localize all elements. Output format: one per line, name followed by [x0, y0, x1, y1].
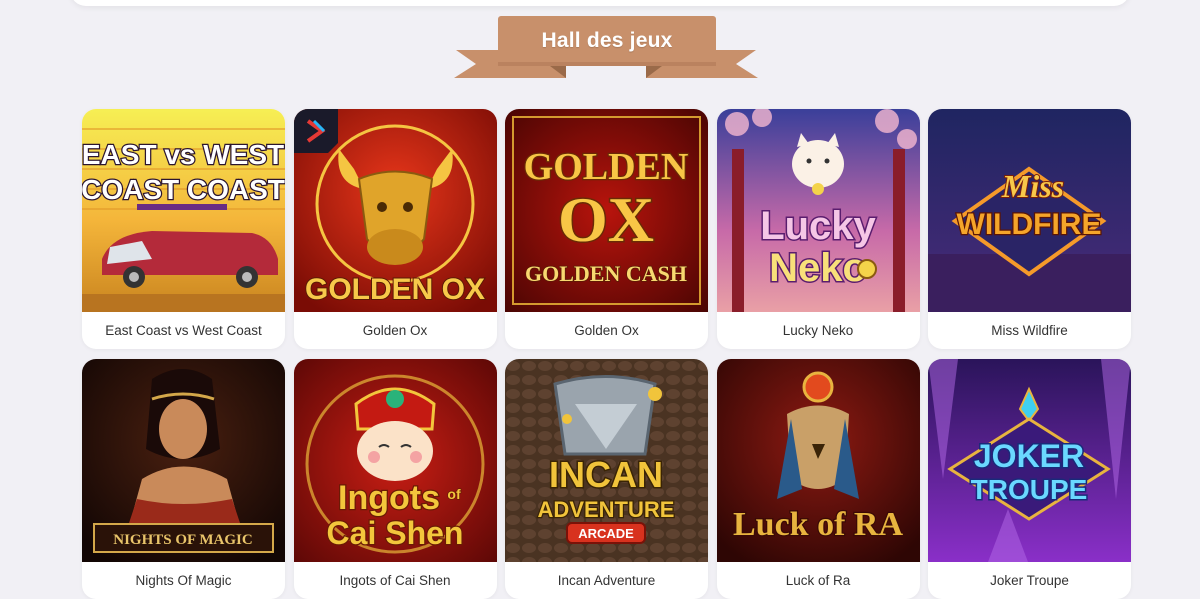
game-thumbnail[interactable]: GOLDEN OX GOLDEN CASH [505, 109, 708, 312]
game-card[interactable]: Lucky Neko Lucky Neko [716, 109, 920, 349]
game-logo-line-1: INCAN [549, 454, 663, 495]
provider-logo-icon [293, 109, 338, 153]
game-card[interactable]: EAST vs WEST COAST COAST East Coast vs W… [82, 109, 285, 349]
game-logo-line-1: JOKER [974, 438, 1084, 474]
game-logo-line-3: GOLDEN CASH [525, 261, 687, 286]
game-logo-line-3: Cai Shen [326, 515, 463, 551]
game-thumbnail[interactable]: Miss WILDFIRE [928, 109, 1131, 312]
game-title[interactable]: Miss Wildfire [928, 312, 1131, 349]
game-thumbnail[interactable]: Lucky Neko [716, 109, 920, 312]
game-card[interactable]: GOLDEN OX GOLDEN CASH Golden Ox [505, 109, 708, 349]
game-logo-line-1: Miss [1001, 168, 1064, 204]
game-thumbnail[interactable]: Ingots of Cai Shen [293, 359, 497, 562]
game-card[interactable]: INCAN ADVENTURE ARCADE Incan Adventure [505, 359, 708, 599]
game-logo-line-2: ADVENTURE [538, 497, 675, 522]
game-thumbnail[interactable]: NIGHTS OF MAGIC [82, 359, 285, 562]
game-card[interactable]: Miss WILDFIRE Miss Wildfire [928, 109, 1131, 349]
game-logo-line-1: NIGHTS OF MAGIC [113, 532, 252, 548]
game-logo-line-1: GOLDEN OX [304, 273, 484, 306]
section-banner: Hall des jeux [454, 16, 758, 82]
game-logo-line-2: WILDFIRE [957, 208, 1102, 241]
game-card[interactable]: NIGHTS OF MAGIC Nights Of Magic [82, 359, 285, 599]
game-title[interactable]: Incan Adventure [505, 562, 708, 599]
game-logo-line-1: Luck of RA [732, 506, 902, 543]
game-card[interactable]: JOKER TROUPE Joker Troupe [928, 359, 1131, 599]
game-logo-line-1: Lucky [760, 204, 876, 248]
game-logo-line-1: GOLDEN [524, 146, 689, 188]
drill-icon [553, 375, 662, 456]
game-logo-line-2: TROUPE [971, 474, 1088, 505]
previous-section-card [70, 0, 1130, 6]
cai-shen-icon [353, 387, 436, 481]
game-thumbnail[interactable]: GOLDEN OX [293, 109, 497, 312]
game-title[interactable]: Luck of Ra [717, 562, 920, 599]
game-card[interactable]: GOLDEN OX Golden Ox [293, 109, 497, 349]
game-title[interactable]: Joker Troupe [928, 562, 1131, 599]
game-logo-line-2: OX [558, 184, 654, 255]
game-title[interactable]: East Coast vs West Coast [82, 312, 285, 349]
game-title[interactable]: Nights Of Magic [82, 562, 285, 599]
game-thumbnail[interactable]: JOKER TROUPE [928, 359, 1131, 562]
game-title[interactable]: Ingots of Cai Shen [294, 562, 497, 599]
game-thumbnail[interactable]: INCAN ADVENTURE ARCADE [505, 359, 708, 562]
game-thumbnail[interactable]: Luck of RA [716, 359, 920, 562]
game-title[interactable]: Golden Ox [294, 312, 497, 349]
game-logo-line-2: of [447, 486, 461, 502]
game-logo-line-2: Neko [769, 246, 867, 290]
game-logo-line-1: Ingots [338, 479, 440, 517]
game-logo-line-2: COAST COAST [82, 174, 285, 205]
section-title: Hall des jeux [541, 29, 673, 52]
game-logo-line-3: ARCADE [578, 526, 634, 541]
game-thumbnail[interactable]: EAST vs WEST COAST COAST [82, 109, 285, 312]
game-title[interactable]: Golden Ox [505, 312, 708, 349]
game-logo-line-1: EAST vs WEST [82, 139, 284, 170]
game-card[interactable]: Luck of RA Luck of Ra [716, 359, 920, 599]
game-title[interactable]: Lucky Neko [717, 312, 920, 349]
games-grid: EAST vs WEST COAST COAST East Coast vs W… [82, 109, 1131, 599]
game-card[interactable]: Ingots of Cai Shen Ingots of Cai Shen [293, 359, 497, 599]
